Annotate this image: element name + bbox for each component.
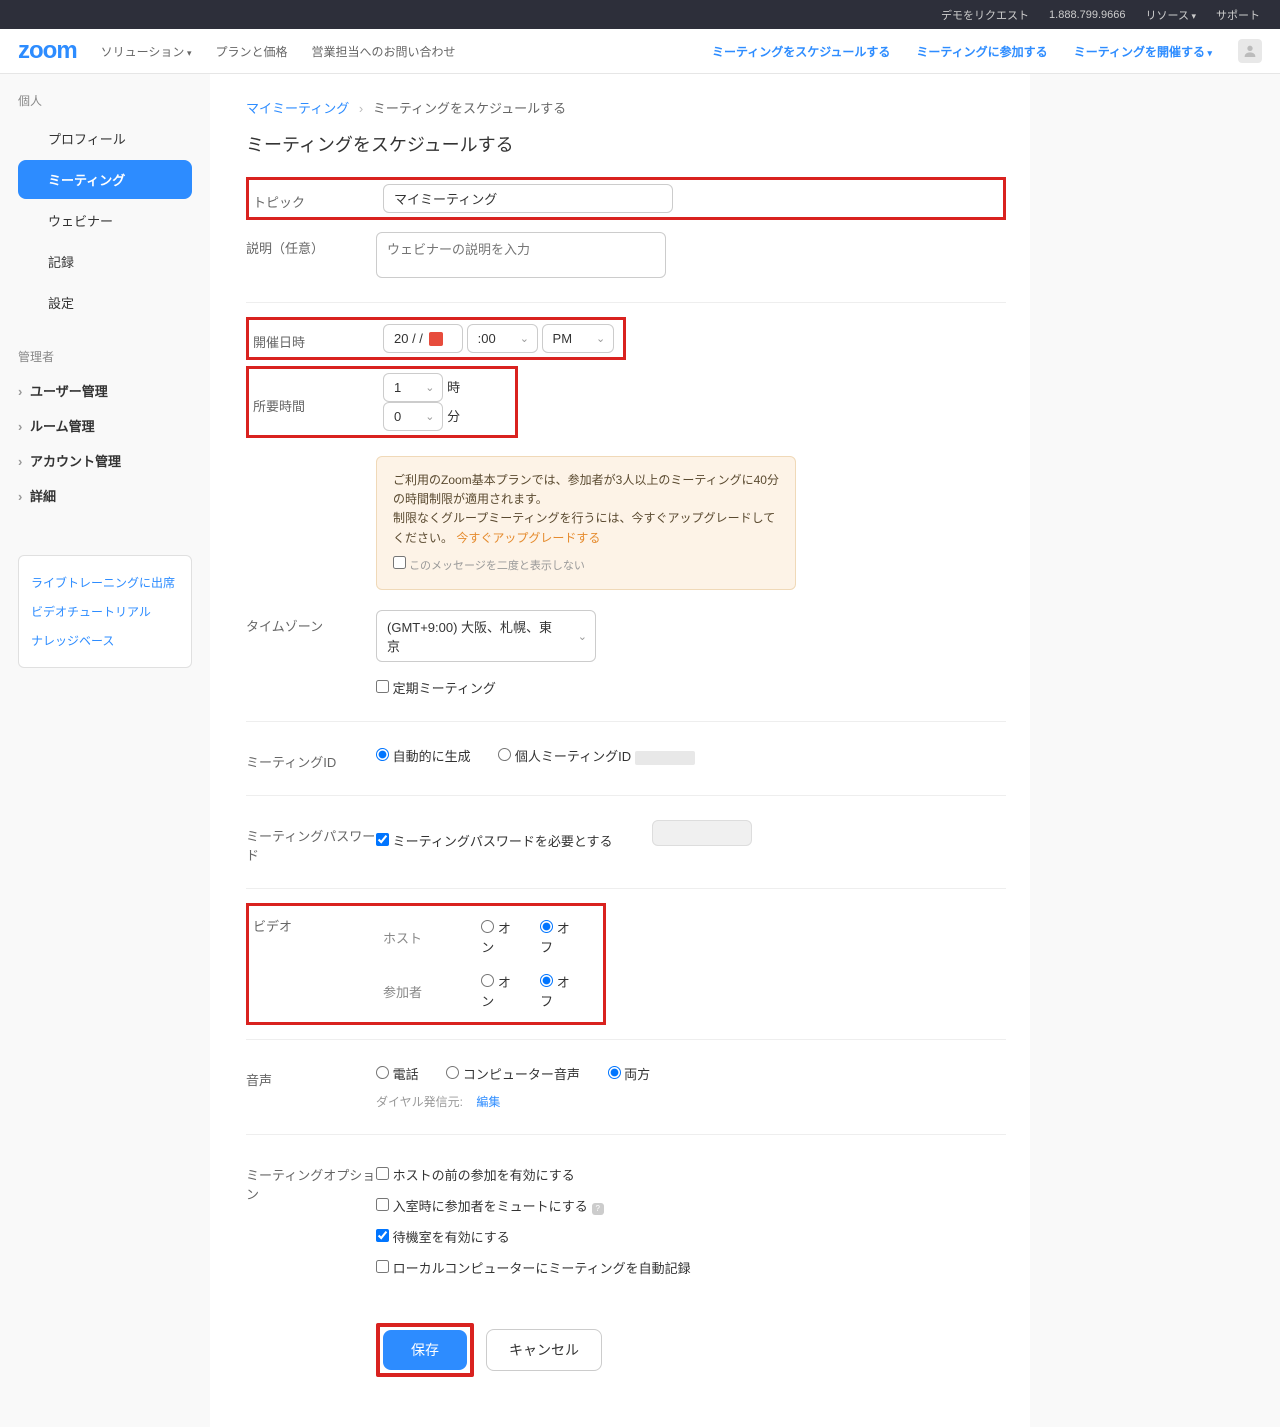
opt-mute-label: 入室時に参加者をミュートにする	[393, 1199, 588, 1214]
opt-record-label: ローカルコンピューターにミーティングを自動記録	[393, 1261, 691, 1276]
header-nav: ソリューション プランと価格 営業担当へのお問い合わせ	[101, 43, 712, 60]
duration-label: 所要時間	[253, 390, 383, 415]
desc-label: 説明（任意）	[246, 232, 376, 257]
avatar[interactable]	[1238, 39, 1262, 63]
opt-record-checkbox[interactable]	[376, 1260, 389, 1273]
host-on-option[interactable]: オン	[481, 918, 516, 956]
sidebar-item-settings[interactable]: 設定	[18, 283, 192, 322]
audio-phone-option[interactable]: 電話	[376, 1067, 419, 1082]
video-participant-label: 参加者	[383, 982, 481, 1001]
admin-item-room[interactable]: ルーム管理	[0, 408, 210, 443]
breadcrumb: マイミーティング › ミーティングをスケジュールする	[246, 98, 1006, 117]
save-button[interactable]: 保存	[383, 1330, 467, 1370]
duration-mins-select[interactable]: 0	[383, 402, 443, 431]
help-live[interactable]: ライブトレーニングに出席	[31, 568, 179, 597]
opt-wait-label: 待機室を有効にする	[393, 1230, 510, 1245]
demo-link[interactable]: デモをリクエスト	[941, 7, 1029, 23]
upgrade-link[interactable]: 今すぐアップグレードする	[456, 531, 600, 545]
sidebar-item-profile[interactable]: プロフィール	[18, 119, 192, 158]
opt-wait-checkbox[interactable]	[376, 1229, 389, 1242]
support-link[interactable]: サポート	[1216, 7, 1260, 23]
date-field: 20 / / :00 PM	[383, 324, 619, 353]
opt-mute-checkbox[interactable]	[376, 1198, 389, 1211]
help-kb[interactable]: ナレッジベース	[31, 626, 179, 655]
admin-label: 管理者	[0, 348, 210, 373]
topbar: デモをリクエスト 1.888.799.9666 リソース サポート	[0, 0, 1280, 29]
recurring-label: 定期ミーティング	[393, 681, 496, 696]
breadcrumb-current: ミーティングをスケジュールする	[373, 101, 566, 116]
nav-contact[interactable]: 営業担当へのお問い合わせ	[311, 43, 455, 60]
sidebar-item-record[interactable]: 記録	[18, 242, 192, 281]
mid-label: ミーティングID	[246, 746, 376, 771]
admin-item-user[interactable]: ユーザー管理	[0, 373, 210, 408]
host-off-option[interactable]: オフ	[540, 918, 575, 956]
desc-textarea[interactable]	[376, 232, 666, 278]
breadcrumb-sep: ›	[359, 101, 363, 116]
notice-hide-checkbox[interactable]	[393, 556, 406, 569]
header: zoom ソリューション プランと価格 営業担当へのお問い合わせ ミーティングを…	[0, 29, 1280, 74]
date-label: 開催日時	[253, 326, 383, 351]
time-select[interactable]: :00	[467, 324, 538, 353]
host-link[interactable]: ミーティングを開催する	[1074, 43, 1212, 60]
mid-pmi-option[interactable]: 個人ミーティングID	[498, 749, 694, 764]
pmi-mask	[635, 751, 695, 765]
video-host-label: ホスト	[383, 928, 481, 947]
page-title: ミーティングをスケジュールする	[246, 131, 1006, 157]
hours-unit: 時	[447, 380, 460, 395]
help-box: ライブトレーニングに出席 ビデオチュートリアル ナレッジベース	[18, 555, 192, 668]
notice-cb-label: このメッセージを二度と表示しない	[409, 560, 585, 572]
nav-solutions[interactable]: ソリューション	[101, 43, 192, 60]
sidebar-item-meeting[interactable]: ミーティング	[18, 160, 192, 199]
participant-off-option[interactable]: オフ	[540, 972, 575, 1010]
ampm-select[interactable]: PM	[542, 324, 615, 353]
opt-before-label: ホストの前の参加を有効にする	[393, 1168, 575, 1183]
options-label: ミーティングオプション	[246, 1159, 376, 1203]
audio-computer-option[interactable]: コンピューター音声	[446, 1067, 580, 1082]
recurring-checkbox[interactable]	[376, 680, 389, 693]
cancel-button[interactable]: キャンセル	[486, 1329, 602, 1371]
notice-line1: ご利用のZoom基本プランでは、参加者が3人以上のミーティングに40分の時間制限…	[393, 473, 779, 506]
video-label: ビデオ	[253, 910, 383, 1018]
schedule-link[interactable]: ミーティングをスケジュールする	[712, 43, 890, 60]
timezone-select[interactable]: (GMT+9:00) 大阪、札幌、東京	[376, 610, 596, 662]
nav-plans[interactable]: プランと価格	[215, 43, 287, 60]
topic-input[interactable]	[383, 184, 673, 213]
duration-hours-select[interactable]: 1	[383, 373, 443, 402]
participant-on-option[interactable]: オン	[481, 972, 516, 1010]
dial-label: ダイヤル発信元:	[376, 1095, 463, 1109]
pwd-require-option[interactable]: ミーティングパスワードを必要とする	[376, 834, 612, 849]
admin-item-detail[interactable]: 詳細	[0, 478, 210, 513]
resources-link[interactable]: リソース	[1146, 7, 1196, 23]
help-video[interactable]: ビデオチュートリアル	[31, 597, 179, 626]
duration-field: 1 時 0 分	[383, 373, 511, 431]
mid-auto-option[interactable]: 自動的に生成	[376, 749, 471, 764]
tz-label: タイムゾーン	[246, 610, 376, 635]
opt-before-checkbox[interactable]	[376, 1167, 389, 1180]
calendar-icon	[429, 332, 443, 346]
breadcrumb-my-meetings[interactable]: マイミーティング	[246, 101, 349, 116]
admin-item-account[interactable]: アカウント管理	[0, 443, 210, 478]
audio-both-option[interactable]: 両方	[608, 1067, 651, 1082]
upgrade-notice: ご利用のZoom基本プランでは、参加者が3人以上のミーティングに40分の時間制限…	[376, 456, 796, 590]
join-link[interactable]: ミーティングに参加する	[916, 43, 1047, 60]
main: マイミーティング › ミーティングをスケジュールする ミーティングをスケジュール…	[210, 74, 1030, 1427]
topic-label: トピック	[253, 186, 383, 211]
header-right: ミーティングをスケジュールする ミーティングに参加する ミーティングを開催する	[712, 39, 1262, 63]
pwd-input-mask[interactable]	[652, 820, 752, 846]
date-input[interactable]: 20 / /	[383, 324, 463, 353]
audio-label: 音声	[246, 1064, 376, 1089]
pwd-label: ミーティングパスワード	[246, 820, 376, 864]
logo[interactable]: zoom	[18, 37, 77, 65]
mins-unit: 分	[447, 409, 460, 424]
personal-label: 個人	[0, 92, 210, 117]
dial-edit-link[interactable]: 編集	[476, 1095, 500, 1109]
sidebar-item-webinar[interactable]: ウェビナー	[18, 201, 192, 240]
info-badge-icon: ?	[592, 1203, 604, 1215]
phone-link[interactable]: 1.888.799.9666	[1049, 9, 1125, 21]
sidebar: 個人 プロフィール ミーティング ウェビナー 記録 設定 管理者 ユーザー管理 …	[0, 74, 210, 1427]
